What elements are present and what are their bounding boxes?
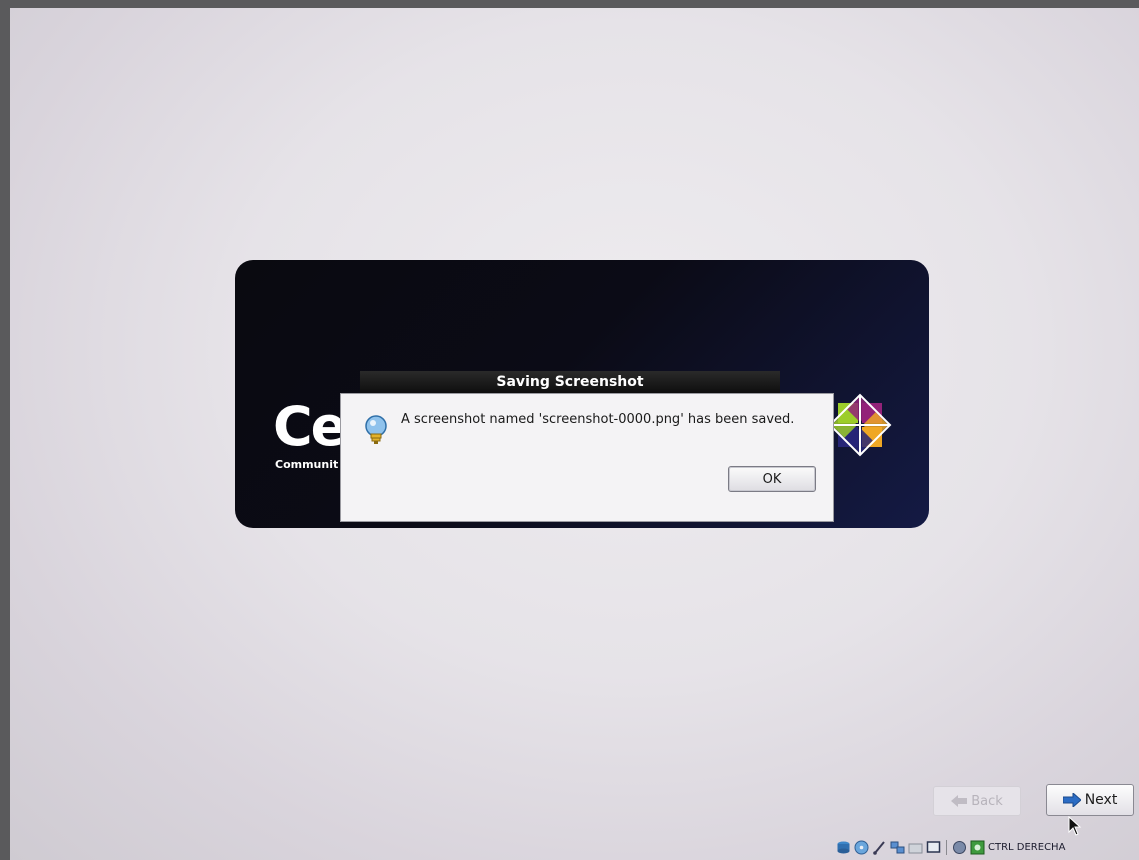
dialog-body: A screenshot named 'screenshot-0000.png'… <box>340 393 834 522</box>
back-button-label: Back <box>971 793 1003 809</box>
usb-icon[interactable] <box>872 840 887 855</box>
next-button-label: Next <box>1084 792 1118 808</box>
back-arrow-icon <box>951 795 968 807</box>
optical-drive-icon[interactable] <box>854 840 869 855</box>
centos-logo-text: Ce <box>273 395 347 458</box>
display-icon[interactable] <box>926 840 941 855</box>
host-key-label: CTRL DERECHA <box>988 841 1066 853</box>
mouse-integration-icon[interactable] <box>970 840 985 855</box>
dialog-message: A screenshot named 'screenshot-0000.png'… <box>401 412 795 427</box>
mouse-pointer-icon <box>1068 816 1082 836</box>
centos-tagline: Communit <box>275 458 339 471</box>
statusbar-separator <box>946 839 947 855</box>
next-button[interactable]: Next <box>1046 784 1134 816</box>
saving-screenshot-dialog: Saving Screenshot A screenshot named 'sc… <box>340 371 834 522</box>
hard-disk-icon[interactable] <box>836 840 851 855</box>
recording-icon[interactable] <box>952 840 967 855</box>
next-arrow-icon <box>1062 793 1081 807</box>
dialog-title[interactable]: Saving Screenshot <box>360 371 780 393</box>
centos-emblem-icon <box>828 393 892 457</box>
vm-screen: Ce Communit Saving Screenshot A screensh… <box>10 8 1139 860</box>
ok-button[interactable]: OK <box>728 466 816 492</box>
back-button[interactable]: Back <box>933 786 1021 816</box>
shared-folders-icon[interactable] <box>908 840 923 855</box>
vm-statusbar: CTRL DERECHA <box>836 836 1065 858</box>
network-icon[interactable] <box>890 840 905 855</box>
info-lightbulb-icon <box>365 415 387 444</box>
